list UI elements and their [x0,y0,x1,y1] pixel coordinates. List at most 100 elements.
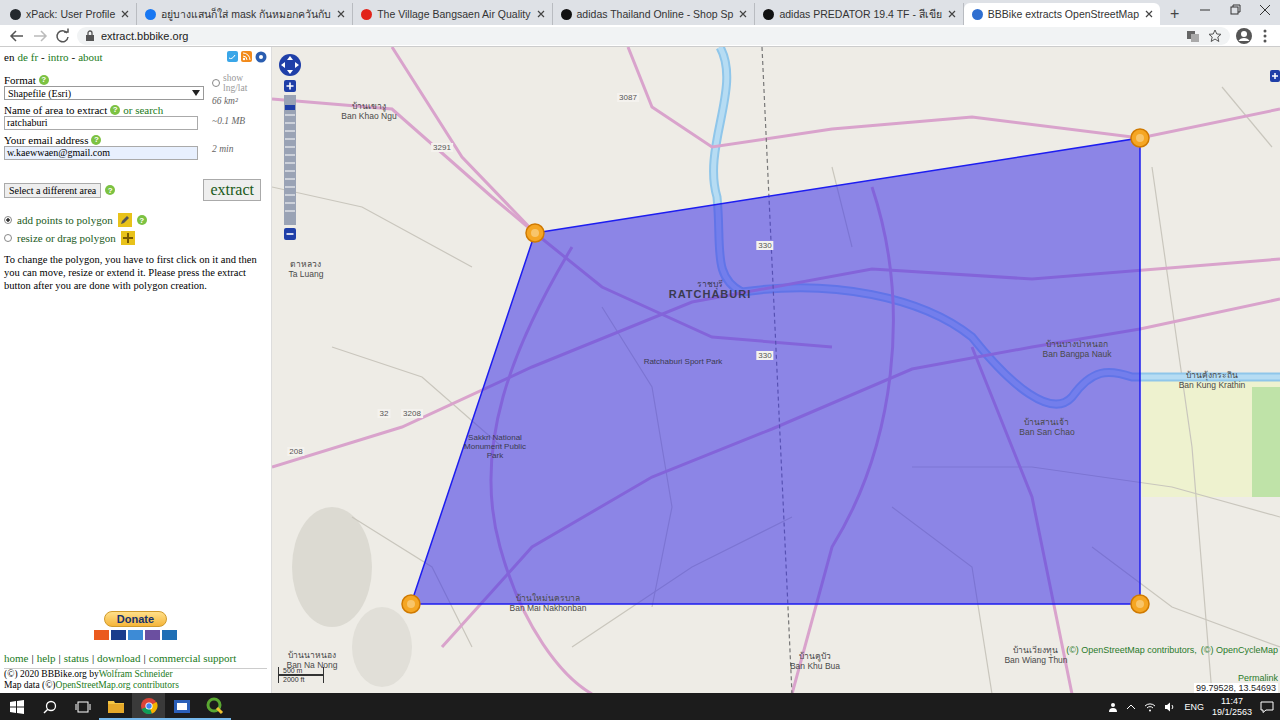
browser-tab[interactable]: BBBike extracts OpenStreetMap [964,3,1160,25]
task-view-button[interactable] [66,693,99,720]
forward-arrow-icon[interactable] [31,28,49,44]
close-icon[interactable] [947,9,957,19]
map-canvas[interactable] [272,47,1280,693]
input-language[interactable]: ENG [1184,702,1204,712]
browser-tab[interactable]: อยู่บางแสนก็ใส่ mask กันหมอกควันกับ [137,3,353,25]
email-label: Your email address? [4,133,204,146]
browser-tab[interactable]: xPack: User Profile [2,3,137,25]
radio-button[interactable] [212,79,220,87]
taskbar: ENG 11:4719/1/2563 [0,693,1280,720]
extract-button[interactable]: extract [203,179,261,201]
network-icon[interactable] [1144,702,1156,712]
attribution-link[interactable]: (©) OpenStreetMap contributors, [1066,645,1197,655]
browser-tab[interactable]: adidas PREDATOR 19.4 TF - สีเขีย [755,3,963,25]
language-link[interactable]: de [17,51,27,63]
nav-link[interactable]: about [78,51,102,63]
footer-link[interactable]: download [97,652,140,664]
taskbar-app[interactable] [132,693,165,720]
browser-tab[interactable]: adidas Thailand Online - Shop Sp [553,3,756,25]
tab-title: adidas PREDATOR 19.4 TF - สีเขีย [779,6,941,23]
footer-link[interactable]: home [4,652,28,664]
show-lnglat-option[interactable]: show lng/lat [212,73,267,93]
format-select[interactable]: Shapefile (Esri) [4,86,204,100]
close-icon[interactable] [336,9,346,19]
close-icon[interactable] [120,9,130,19]
area-name-input[interactable]: ratchaburi [4,116,198,130]
extract-polygon[interactable] [411,138,1140,604]
close-icon[interactable] [738,9,748,19]
nav-link[interactable]: intro [48,51,69,63]
start-button[interactable] [0,693,33,720]
radio-button[interactable] [4,216,12,224]
translate-icon[interactable] [1186,29,1200,43]
search-link[interactable]: or search [123,104,163,116]
address-bar[interactable]: extract.bbbike.org [77,27,1230,45]
browser-tab[interactable]: The Village Bangsaen Air Quality [353,3,552,25]
author-link[interactable]: Wolfram Schneider [99,669,173,679]
help-icon[interactable]: ? [91,135,101,145]
taskbar-app[interactable] [198,693,231,720]
close-icon[interactable] [536,9,546,19]
zoom-out-icon[interactable] [284,228,296,240]
payment-cards [94,630,178,642]
taskbar-app[interactable] [99,693,132,720]
taskbar-app[interactable] [165,693,198,720]
close-window-icon[interactable] [1250,0,1280,20]
road-number: 330 [756,241,773,250]
language-link[interactable]: fr [31,51,38,63]
clock[interactable]: 11:4719/1/2563 [1212,696,1252,718]
close-icon[interactable] [1144,9,1154,19]
select-area-button[interactable]: Select a different area [4,183,101,198]
tab-title: adidas Thailand Online - Shop Sp [577,8,734,20]
search-button[interactable] [33,693,66,720]
restore-icon[interactable] [1220,0,1250,20]
radio-button[interactable] [4,234,12,242]
notifications-icon[interactable] [1260,701,1274,713]
osm-link[interactable]: OpenStreetMap.org contributors [56,680,179,690]
place-label: บ้านเวียงทุนBan Wiang Thun [1004,645,1067,665]
footer-link[interactable]: status [64,652,89,664]
rss-icon[interactable] [241,51,252,62]
place-label: บ้านคูบัวBan Khu Bua [790,651,840,671]
footer-link[interactable]: help [37,652,56,664]
reload-icon[interactable] [54,28,72,44]
volume-icon[interactable] [1164,702,1176,712]
pan-arrows-icon[interactable] [278,53,302,77]
polygon-handle[interactable] [1131,129,1149,147]
polygon-handle[interactable] [526,224,544,242]
star-icon[interactable] [1208,29,1222,43]
page-content: endefr-intro-aboutFormat?Shapefile (Esri… [0,47,1280,693]
settings-icon[interactable] [255,51,267,63]
profile-icon[interactable] [1235,27,1253,45]
mode-option[interactable]: add points to polygon? [4,213,267,227]
attribution-link[interactable]: (©) OpenCycleMap [1201,645,1278,655]
email-input[interactable]: w.kaewwaen@gmail.com [4,146,198,160]
back-arrow-icon[interactable] [8,28,26,44]
help-icon[interactable]: ? [105,185,115,195]
donate-button[interactable]: Donate [104,611,167,627]
help-icon[interactable]: ? [39,75,49,85]
help-icon[interactable]: ? [137,215,147,225]
help-icon[interactable]: ? [110,105,120,115]
zoom-in-icon[interactable] [284,80,296,92]
tray-person-icon[interactable] [1108,702,1118,712]
tray-chevron-icon[interactable] [1126,702,1136,712]
new-tab-button[interactable]: + [1160,3,1189,25]
favicon-icon [10,9,21,20]
polygon-handle[interactable] [1131,595,1149,613]
polygon-handle[interactable] [402,595,420,613]
instructions-text: To change the polygon, you have to first… [4,253,267,292]
language-link[interactable]: en [4,51,14,63]
footer-link[interactable]: commercial support [149,652,237,664]
layer-switcher-icon[interactable] [1270,70,1280,82]
twitter-icon[interactable] [227,51,238,62]
dropdown-arrow-icon [192,90,200,96]
map-footer: (©) OpenStreetMap contributors, (©) OpenC… [1066,645,1278,693]
zoom-slider[interactable] [284,95,296,225]
map[interactable]: บ้านเขางูBan Khao NguตาหลวงTa Luangราชบุ… [272,47,1280,693]
minimize-icon[interactable] [1190,0,1220,20]
permalink[interactable]: Permalink [1238,673,1278,683]
menu-icon[interactable] [1258,27,1272,45]
extract-form: Format?Shapefile (Esri)Name of area to e… [4,73,267,163]
mode-option[interactable]: resize or drag polygon [4,231,267,245]
